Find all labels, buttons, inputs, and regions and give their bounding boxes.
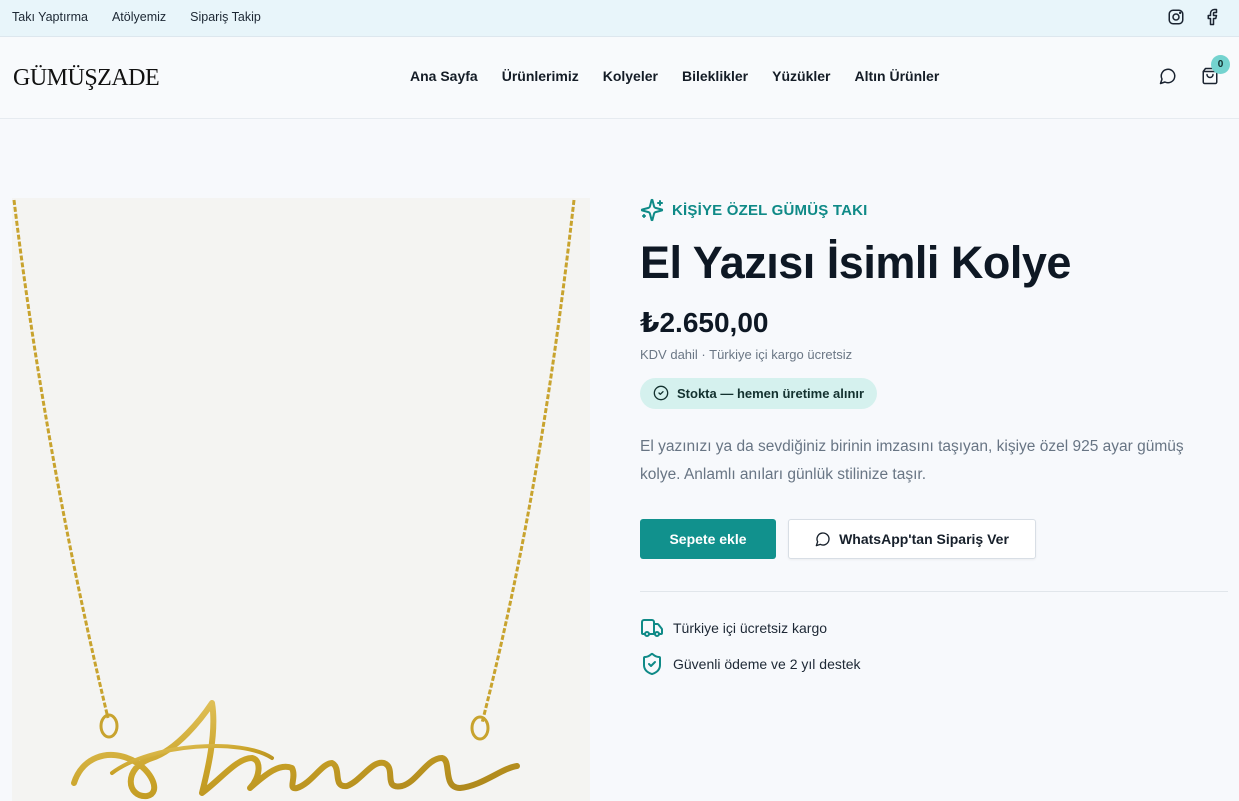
necklace-illustration [12,199,576,800]
price-note: KDV dahil · Türkiye içi kargo ücretsiz [640,346,853,362]
top-link-taki-yaptirma[interactable]: Takı Yaptırma [12,10,88,24]
shield-check-icon [643,652,661,675]
top-link-siparis-takip[interactable]: Sipariş Takip [190,10,261,24]
chat-icon [815,531,830,546]
stock-label: Stokta — hemen üretime alınır [677,385,865,401]
product-image[interactable] [12,198,590,801]
top-link-atolyemiz[interactable]: Atölyemiz [112,10,166,24]
social-links [1167,8,1221,26]
check-circle-icon [653,385,669,401]
eyebrow-label: KİŞİYE ÖZEL GÜMÜŞ TAKI [672,201,868,219]
add-to-cart-button[interactable]: Sepete ekle [640,518,776,559]
facebook-icon[interactable] [1203,8,1221,26]
product-eyebrow: KİŞİYE ÖZEL GÜMÜŞ TAKI [640,198,1228,222]
feature-secure-payment: Güvenli ödeme ve 2 yıl destek [640,652,1228,676]
main-header: GÜMÜŞZADE Ana Sayfa Ürünlerimiz Kolyeler… [0,37,1239,119]
cart-count-badge: 0 [1211,55,1230,74]
product-actions: Sepete ekle WhatsApp'tan Sipariş Ver [640,518,1228,559]
main-nav: Ana Sayfa Ürünlerimiz Kolyeler Bileklikl… [410,68,939,84]
stock-badge: Stokta — hemen üretime alınır [640,377,878,409]
top-links: Takı Yaptırma Atölyemiz Sipariş Takip [12,10,261,24]
product-title: El Yazısı İsimli Kolye [640,237,1071,288]
chat-icon[interactable] [1159,67,1177,85]
nav-item-bileklikler[interactable]: Bileklikler [682,68,748,84]
product-price: ₺2.650,00 [640,306,769,338]
truck-icon [641,618,663,637]
nav-item-ana-sayfa[interactable]: Ana Sayfa [410,68,478,84]
product-info: KİŞİYE ÖZEL GÜMÜŞ TAKI El Yazısı İsimli … [640,198,1228,676]
logo[interactable]: GÜMÜŞZADE [13,65,160,92]
nav-item-urunlerimiz[interactable]: Ürünlerimiz [502,68,579,84]
whatsapp-order-label: WhatsApp'tan Sipariş Ver [839,530,1009,547]
nav-item-kolyeler[interactable]: Kolyeler [603,68,658,84]
whatsapp-order-button[interactable]: WhatsApp'tan Sipariş Ver [788,518,1036,559]
header-icons: 0 [1159,55,1230,85]
sparkles-icon [640,198,664,222]
instagram-icon[interactable] [1167,8,1185,26]
divider [640,590,1228,592]
nav-item-altin-urunler[interactable]: Altın Ürünler [854,68,939,84]
product-description: El yazınızı ya da sevdiğiniz birinin imz… [640,437,1184,483]
feature-free-shipping: Türkiye içi ücretsiz kargo [640,616,1228,640]
top-bar: Takı Yaptırma Atölyemiz Sipariş Takip [0,0,1239,37]
feature-label: Güvenli ödeme ve 2 yıl destek [673,655,861,672]
feature-label: Türkiye içi ücretsiz kargo [673,619,828,636]
cart-button[interactable]: 0 [1201,55,1230,85]
nav-item-yuzukler[interactable]: Yüzükler [772,68,830,84]
